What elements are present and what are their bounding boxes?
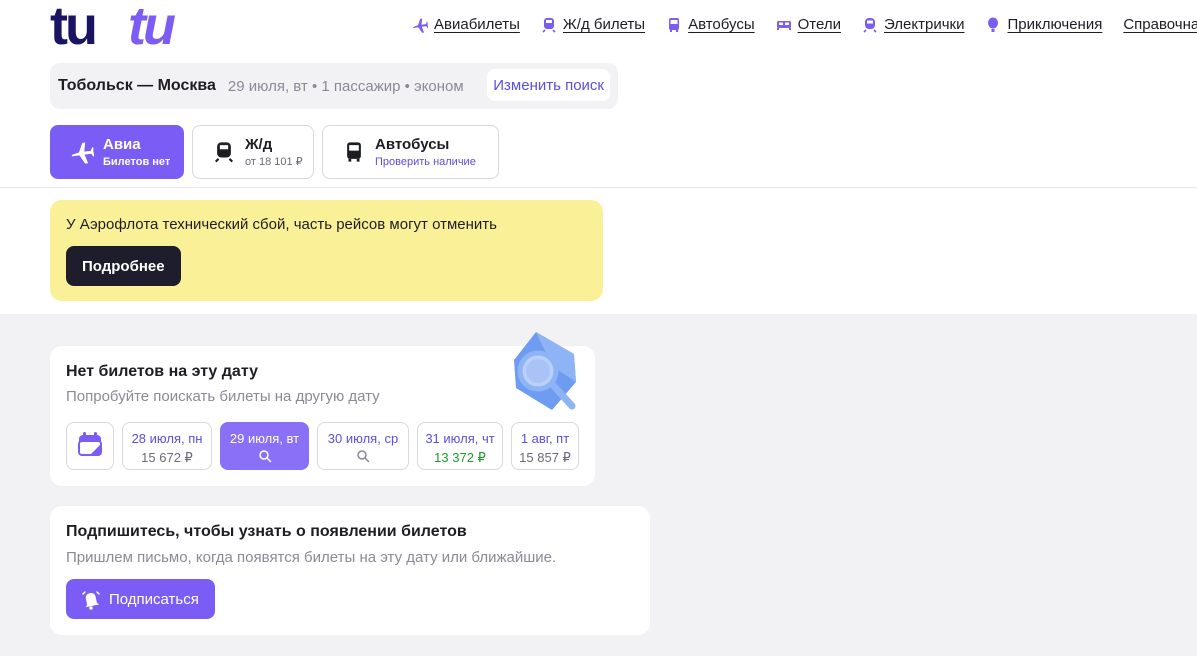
nav-help[interactable]: Справочная [1123,16,1197,33]
svg-text:tu: tu [50,2,95,50]
tutu-logo[interactable]: tu tu [50,2,210,50]
bus-icon [666,17,682,33]
search-icon [318,449,408,465]
subscribe-title: Подпишитесь, чтобы узнать о появлении би… [66,523,467,540]
change-search-button[interactable]: Изменить поиск [487,69,610,101]
commuter-train-icon [862,17,878,33]
date-label: 31 июля, чт [425,431,495,446]
nav-adventures[interactable]: Приключения [985,16,1102,33]
tab-bus-subtitle: Проверить наличие [375,155,476,168]
top-navigation: Авиабилеты Ж/д билеты Автобусы Отели Эле… [412,16,1197,33]
bell-icon [80,588,102,610]
nav-rail[interactable]: Ж/д билеты [541,16,645,33]
date-label: 29 июля, вт [229,431,300,446]
search-icon [221,449,308,465]
search-summary: Тобольск — Москва 29 июля, вт • 1 пассаж… [50,63,618,109]
search-details: 29 июля, вт • 1 пассажир • эконом [227,77,464,95]
svg-text:tu: tu [128,2,176,50]
nav-hotels[interactable]: Отели [776,16,841,33]
nav-rail-label: Ж/д билеты [562,16,646,33]
date-label: 30 июля, ср [327,431,399,446]
calendar-icon [77,431,103,462]
nav-avia-label: Авиабилеты [434,16,520,33]
tab-avia-title: Авиа [103,135,141,153]
date-option-selected[interactable]: 29 июля, вт [220,422,309,470]
train-icon [211,139,237,165]
nav-help-label: Справочная [1123,16,1197,33]
date-label: 28 июля, пн [131,431,203,446]
tab-rail[interactable]: Ж/д от 18 101 ₽ [192,125,314,179]
tab-rail-subtitle: от 18 101 ₽ [245,155,303,168]
balloon-icon [985,17,1001,33]
nav-hotels-label: Отели [797,16,841,33]
route-title: Тобольск — Москва [58,77,216,94]
divider [0,187,1197,188]
date-price: 15 857 ₽ [519,450,571,465]
date-option[interactable]: 30 июля, ср [317,422,409,470]
subscribe-subtitle: Пришлем письмо, когда появятся билеты на… [66,549,557,566]
subscribe-button-label: Подписаться [109,590,199,608]
nav-commuter[interactable]: Электрички [862,16,964,33]
tab-rail-title: Ж/д [245,135,273,153]
subscribe-button[interactable]: Подписаться [66,579,215,619]
bus-icon [341,139,367,165]
nav-bus[interactable]: Автобусы [666,16,755,33]
alert-text: У Аэрофлота технический сбой, часть рейс… [66,216,497,233]
tab-bus-title: Автобусы [375,135,450,153]
more-info-button[interactable]: Подробнее [66,246,181,286]
date-option[interactable]: 28 июля, пн 15 672 ₽ [122,422,212,470]
plane-icon [69,139,95,165]
nav-avia[interactable]: Авиабилеты [412,16,520,33]
magnifier-illustration-icon [506,326,582,414]
calendar-button[interactable] [66,422,114,470]
no-tickets-title: Нет билетов на эту дату [66,363,258,380]
nav-adventures-label: Приключения [1007,16,1103,33]
date-price: 15 672 ₽ [141,450,193,465]
train-icon [541,17,557,33]
tab-avia-subtitle: Билетов нет [103,155,171,168]
no-tickets-subtitle: Попробуйте поискать билеты на другую дат… [66,388,380,405]
date-option[interactable]: 31 июля, чт 13 372 ₽ [417,422,503,470]
date-label: 1 авг, пт [520,431,570,446]
nav-bus-label: Автобусы [688,16,755,33]
alert-banner: У Аэрофлота технический сбой, часть рейс… [50,200,603,301]
date-price-cheapest: 13 372 ₽ [434,450,486,465]
date-option[interactable]: 1 авг, пт 15 857 ₽ [511,422,579,470]
bed-icon [776,17,792,33]
tab-bus[interactable]: Автобусы Проверить наличие [322,125,499,179]
tab-avia[interactable]: Авиа Билетов нет [50,125,184,179]
plane-icon [412,17,428,33]
subscribe-card: Подпишитесь, чтобы узнать о появлении би… [50,506,650,635]
nav-commuter-label: Электрички [884,16,965,33]
